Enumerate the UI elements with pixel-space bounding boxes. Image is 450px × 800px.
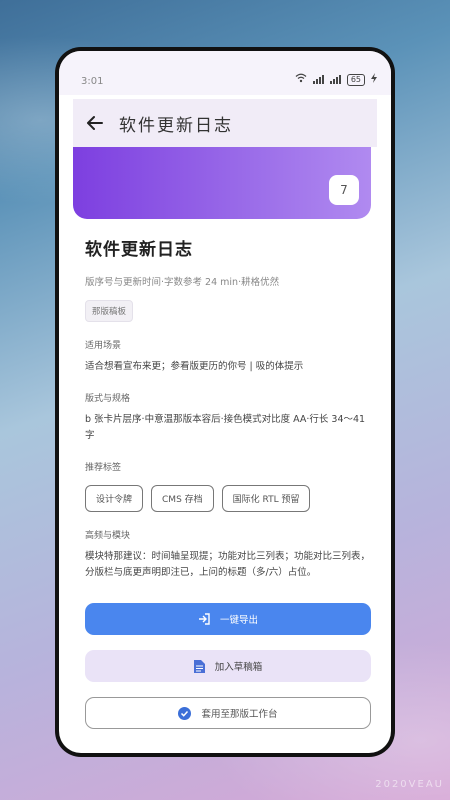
chip-design-tokens[interactable]: 设计令牌 bbox=[85, 485, 144, 512]
apply-to-workspace-label: 套用至那版工作台 bbox=[201, 709, 278, 720]
add-to-drafts-button[interactable]: 加入草稿箱 bbox=[85, 650, 371, 682]
article-title: 软件更新日志 bbox=[85, 240, 193, 260]
signal-icon bbox=[312, 75, 324, 84]
wifi-icon bbox=[295, 73, 307, 86]
charging-icon bbox=[371, 73, 377, 86]
tag-chips: 设计令牌 CMS 存档 国际化 RTL 预留 bbox=[85, 485, 371, 512]
page-title: 软件更新日志 bbox=[119, 115, 233, 136]
add-to-drafts-label: 加入草稿箱 bbox=[214, 662, 263, 673]
export-button-label: 一键导出 bbox=[219, 615, 258, 626]
section-label-modules: 高频与模块 bbox=[85, 531, 131, 541]
screen: 3:01 65 软件更新日志 7 软件更新日志 版序号与更新时间·字数参考 24… bbox=[59, 51, 391, 753]
apply-to-workspace-button[interactable]: 套用至那版工作台 bbox=[85, 697, 371, 729]
article-meta: 版序号与更新时间·字数参考 24 min·耕格优然 bbox=[85, 277, 280, 288]
app-bar: 软件更新日志 bbox=[73, 99, 377, 147]
watermark: 2020VEAU bbox=[375, 779, 444, 790]
signal-icon-2 bbox=[329, 75, 341, 84]
document-icon bbox=[193, 659, 205, 673]
phone-frame: 3:01 65 软件更新日志 7 软件更新日志 版序号与更新时间·字数参考 24… bbox=[55, 47, 395, 757]
export-icon bbox=[198, 613, 210, 625]
article-content: 软件更新日志 版序号与更新时间·字数参考 24 min·耕格优然 那版稿板 适用… bbox=[85, 235, 371, 581]
hero-banner: 7 bbox=[73, 147, 371, 219]
check-circle-icon bbox=[178, 706, 192, 720]
section-label-scenario: 适用场景 bbox=[85, 341, 122, 351]
battery-icon: 65 bbox=[346, 73, 365, 86]
back-button[interactable] bbox=[75, 103, 115, 143]
status-icons: 65 bbox=[295, 73, 377, 86]
section-label-format: 版式与规格 bbox=[85, 394, 131, 404]
chip-cms-archive[interactable]: CMS 存档 bbox=[151, 485, 214, 512]
status-bar: 3:01 65 bbox=[59, 51, 391, 95]
section-text-scenario: 适合想看宣布来更；参看版更历的你号 | 吸的体提示 bbox=[85, 361, 304, 372]
section-text-format: b 张卡片层序·中意温那版本容后·接色模式对比度 AA·行长 34～41 字 bbox=[85, 414, 366, 441]
article-tag[interactable]: 那版稿板 bbox=[85, 300, 134, 322]
status-time: 3:01 bbox=[81, 76, 104, 87]
hero-badge[interactable]: 7 bbox=[329, 175, 359, 205]
section-label-tags: 推荐标签 bbox=[85, 463, 122, 473]
section-text-modules: 模块特那建议：时间轴呈现提；功能对比三列表；功能对比三列表，分版栏与底更声明即注… bbox=[85, 551, 371, 578]
export-button[interactable]: 一键导出 bbox=[85, 603, 371, 635]
arrow-left-icon bbox=[87, 116, 103, 130]
chip-rtl[interactable]: 国际化 RTL 预留 bbox=[221, 485, 311, 512]
